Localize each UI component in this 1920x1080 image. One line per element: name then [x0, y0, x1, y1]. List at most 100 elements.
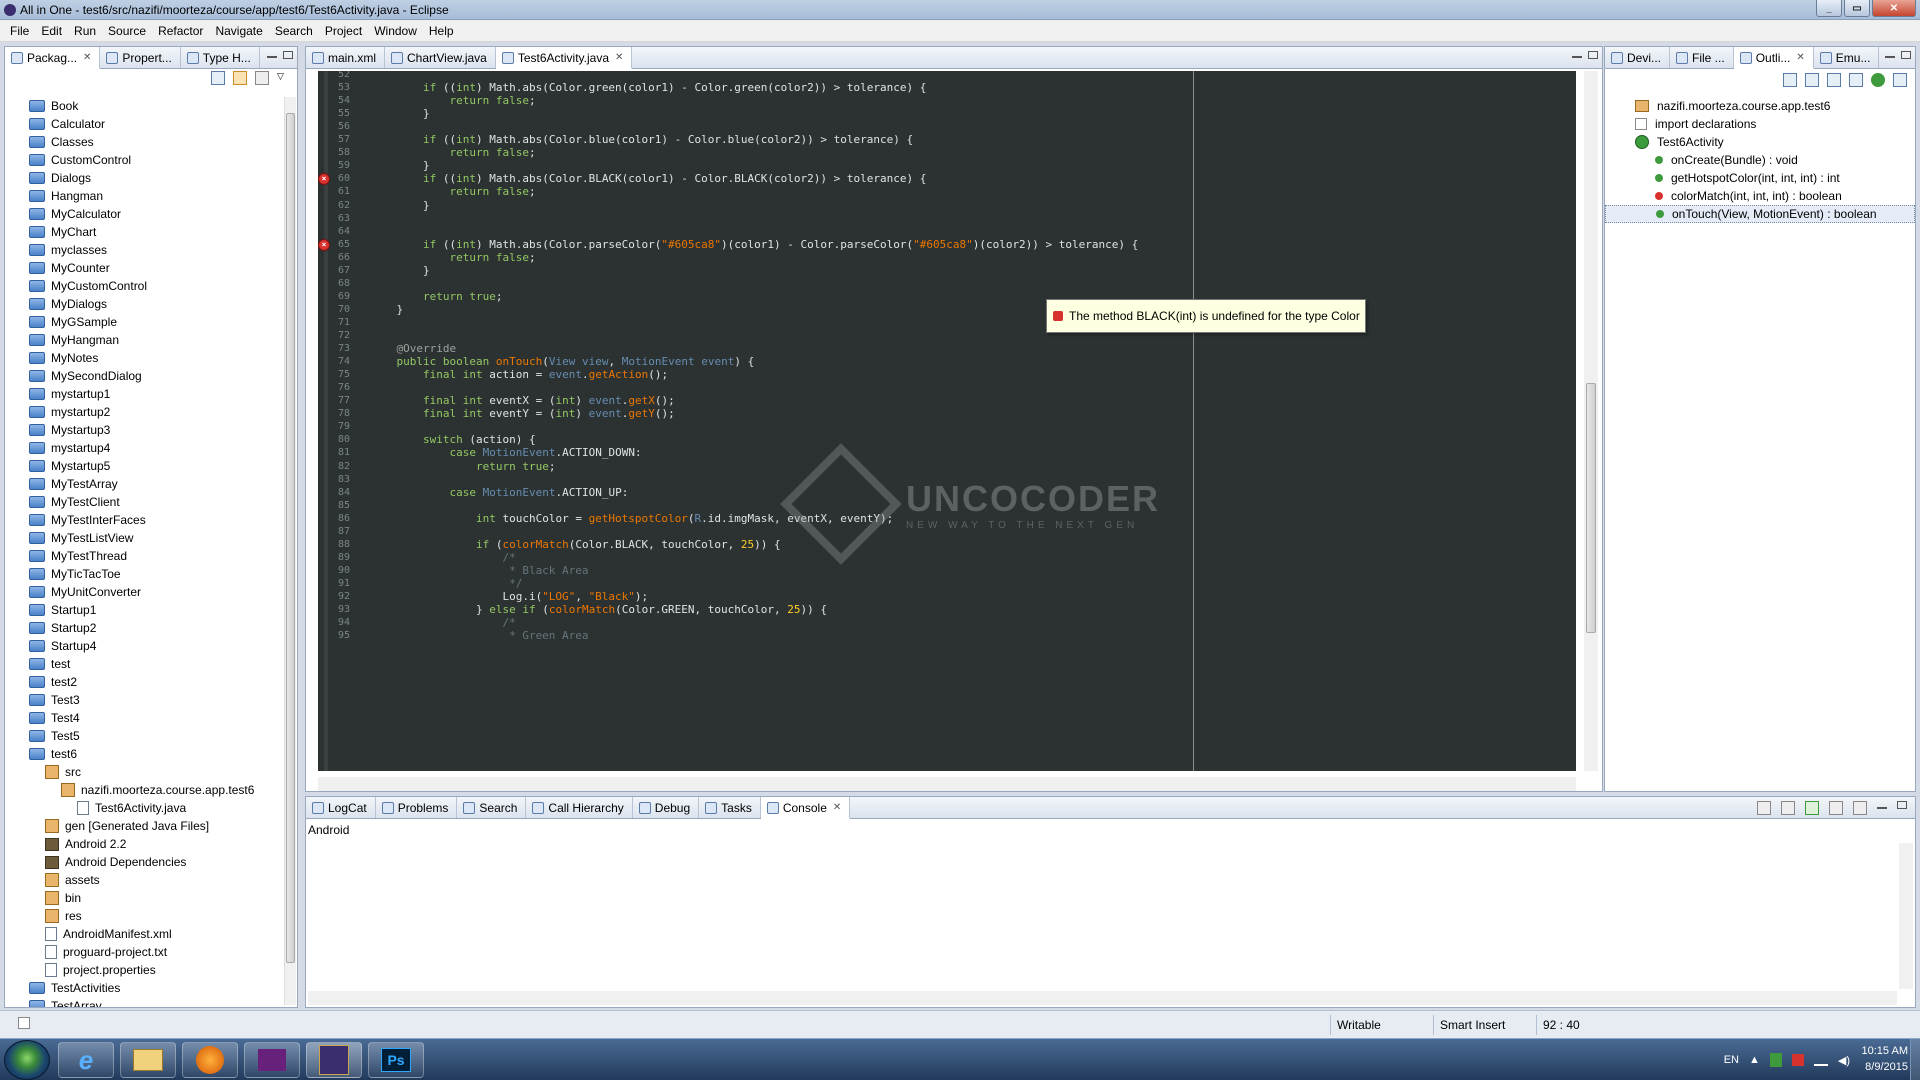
tree-item[interactable]: Calculator — [5, 115, 283, 133]
tree-item[interactable]: Startup4 — [5, 637, 283, 655]
tree-item[interactable]: nazifi.moorteza.course.app.test6 — [5, 781, 283, 799]
tree-item[interactable]: MyTestInterFaces — [5, 511, 283, 529]
tree-item[interactable]: Mystartup5 — [5, 457, 283, 475]
outline-item[interactable]: onTouch(View, MotionEvent) : boolean — [1605, 205, 1915, 223]
tree-item[interactable]: MyDialogs — [5, 295, 283, 313]
tree-item[interactable]: MyChart — [5, 223, 283, 241]
tree-item[interactable]: myclasses — [5, 241, 283, 259]
tree-item[interactable]: TestActivities — [5, 979, 283, 997]
right-tab-0[interactable]: Devi... — [1605, 47, 1671, 68]
tree-item[interactable]: MyUnitConverter — [5, 583, 283, 601]
photoshop-icon[interactable]: Ps — [368, 1042, 424, 1078]
editor-horizontal-scrollbar[interactable] — [318, 777, 1576, 791]
editor-tab-0[interactable]: main.xml — [306, 47, 386, 68]
fast-view-icon[interactable] — [18, 1017, 30, 1029]
menu-file[interactable]: File — [4, 24, 35, 38]
tree-item[interactable]: MyTestClient — [5, 493, 283, 511]
tree-item[interactable]: Mystartup3 — [5, 421, 283, 439]
pin-console-icon[interactable] — [1805, 801, 1819, 815]
open-console-icon[interactable] — [1853, 801, 1867, 815]
close-button[interactable]: ✕ — [1872, 0, 1916, 17]
tree-item[interactable]: MyCalculator — [5, 205, 283, 223]
scroll-lock-icon[interactable] — [1781, 801, 1795, 815]
outline-item[interactable]: getHotspotColor(int, int, int) : int — [1605, 169, 1915, 187]
tray-expand-icon[interactable]: ▲ — [1749, 1054, 1760, 1066]
minimize-button[interactable]: _ — [1816, 0, 1842, 17]
minimize-view-icon[interactable] — [267, 55, 277, 58]
console-vertical-scrollbar[interactable] — [1899, 843, 1913, 989]
tree-item[interactable]: Android 2.2 — [5, 835, 283, 853]
tree-item[interactable]: TestArray — [5, 997, 283, 1007]
left-tab-2[interactable]: Type H... — [181, 47, 260, 68]
editor-tab-2[interactable]: Test6Activity.java ✕ — [495, 47, 633, 69]
tree-item[interactable]: src — [5, 763, 283, 781]
maximize-editor-icon[interactable] — [1588, 51, 1598, 59]
close-tab-icon[interactable]: ✕ — [1796, 52, 1804, 63]
view-menu-chevron-icon[interactable]: ▽ — [277, 71, 291, 85]
left-tab-0[interactable]: Packag... ✕ — [5, 47, 101, 69]
tree-item[interactable]: Test4 — [5, 709, 283, 727]
file-explorer-icon[interactable] — [120, 1042, 176, 1078]
tree-item[interactable]: mystartup2 — [5, 403, 283, 421]
tray-app-icon[interactable] — [1769, 1053, 1782, 1067]
menu-source[interactable]: Source — [102, 24, 152, 38]
right-tab-3[interactable]: Emu... — [1814, 47, 1880, 68]
tree-item[interactable]: Dialogs — [5, 169, 283, 187]
tree-item[interactable]: project.properties — [5, 961, 283, 979]
menu-edit[interactable]: Edit — [35, 24, 68, 38]
close-tab-icon[interactable]: ✕ — [615, 52, 623, 63]
hide-local-types-icon[interactable] — [1893, 73, 1907, 87]
tree-item[interactable]: Startup2 — [5, 619, 283, 637]
taskbar-clock[interactable]: 10:15 AM 8/9/2015 — [1862, 1043, 1908, 1075]
show-desktop-button[interactable] — [1910, 1039, 1920, 1080]
tree-item[interactable]: Test6Activity.java — [5, 799, 283, 817]
bottom-tab-0[interactable]: LogCat — [306, 797, 376, 818]
maximize-button[interactable]: ▭ — [1844, 0, 1870, 17]
tree-item[interactable]: Startup1 — [5, 601, 283, 619]
tray-flag-icon[interactable] — [1791, 1054, 1804, 1066]
code-line[interactable]: 95 * Green Area — [318, 628, 1576, 644]
outline-item[interactable]: onCreate(Bundle) : void — [1605, 151, 1915, 169]
tree-item[interactable]: Android Dependencies — [5, 853, 283, 871]
outline-item[interactable]: colorMatch(int, int, int) : boolean — [1605, 187, 1915, 205]
tree-item[interactable]: mystartup4 — [5, 439, 283, 457]
right-tab-2[interactable]: Outli... ✕ — [1733, 47, 1814, 69]
tree-item[interactable]: MyTestThread — [5, 547, 283, 565]
minimize-editor-icon[interactable] — [1572, 55, 1582, 58]
tree-item[interactable]: Classes — [5, 133, 283, 151]
view-menu-icon[interactable] — [255, 71, 269, 85]
close-tab-icon[interactable]: ✕ — [833, 802, 841, 813]
tree-item[interactable]: Book — [5, 97, 283, 115]
outline-item[interactable]: Test6Activity — [1605, 133, 1915, 151]
hide-static-icon[interactable] — [1849, 73, 1863, 87]
menu-help[interactable]: Help — [423, 24, 460, 38]
link-editor-icon[interactable] — [233, 71, 247, 85]
tree-item[interactable]: MyHangman — [5, 331, 283, 349]
network-icon[interactable] — [1813, 1054, 1828, 1066]
bottom-tab-4[interactable]: Debug — [633, 797, 700, 818]
sort-icon[interactable] — [1805, 73, 1819, 87]
collapse-all-icon[interactable] — [211, 71, 225, 85]
maximize-console-icon[interactable] — [1897, 801, 1907, 809]
left-tab-1[interactable]: Propert... — [100, 47, 181, 68]
tree-item[interactable]: CustomControl — [5, 151, 283, 169]
eclipse-taskbar-icon[interactable] — [306, 1042, 362, 1078]
hide-fields-icon[interactable] — [1827, 73, 1841, 87]
tree-item[interactable]: MyTestListView — [5, 529, 283, 547]
tree-item[interactable]: MyGSample — [5, 313, 283, 331]
tree-item[interactable]: Hangman — [5, 187, 283, 205]
volume-icon[interactable]: ◀) — [1838, 1054, 1850, 1067]
close-tab-icon[interactable]: ✕ — [83, 52, 91, 63]
display-console-icon[interactable] — [1829, 801, 1843, 815]
right-tab-1[interactable]: File ... — [1670, 47, 1734, 68]
tree-item[interactable]: assets — [5, 871, 283, 889]
minimize-outline-icon[interactable] — [1885, 55, 1895, 58]
clear-console-icon[interactable] — [1757, 801, 1771, 815]
menu-run[interactable]: Run — [68, 24, 102, 38]
code-editor[interactable]: 52 53 if ((int) Math.abs(Color.green(colo… — [318, 71, 1576, 771]
tree-item[interactable]: proguard-project.txt — [5, 943, 283, 961]
menu-project[interactable]: Project — [319, 24, 368, 38]
minimize-console-icon[interactable] — [1877, 807, 1887, 809]
tree-item[interactable]: test — [5, 655, 283, 673]
tree-item[interactable]: gen [Generated Java Files] — [5, 817, 283, 835]
